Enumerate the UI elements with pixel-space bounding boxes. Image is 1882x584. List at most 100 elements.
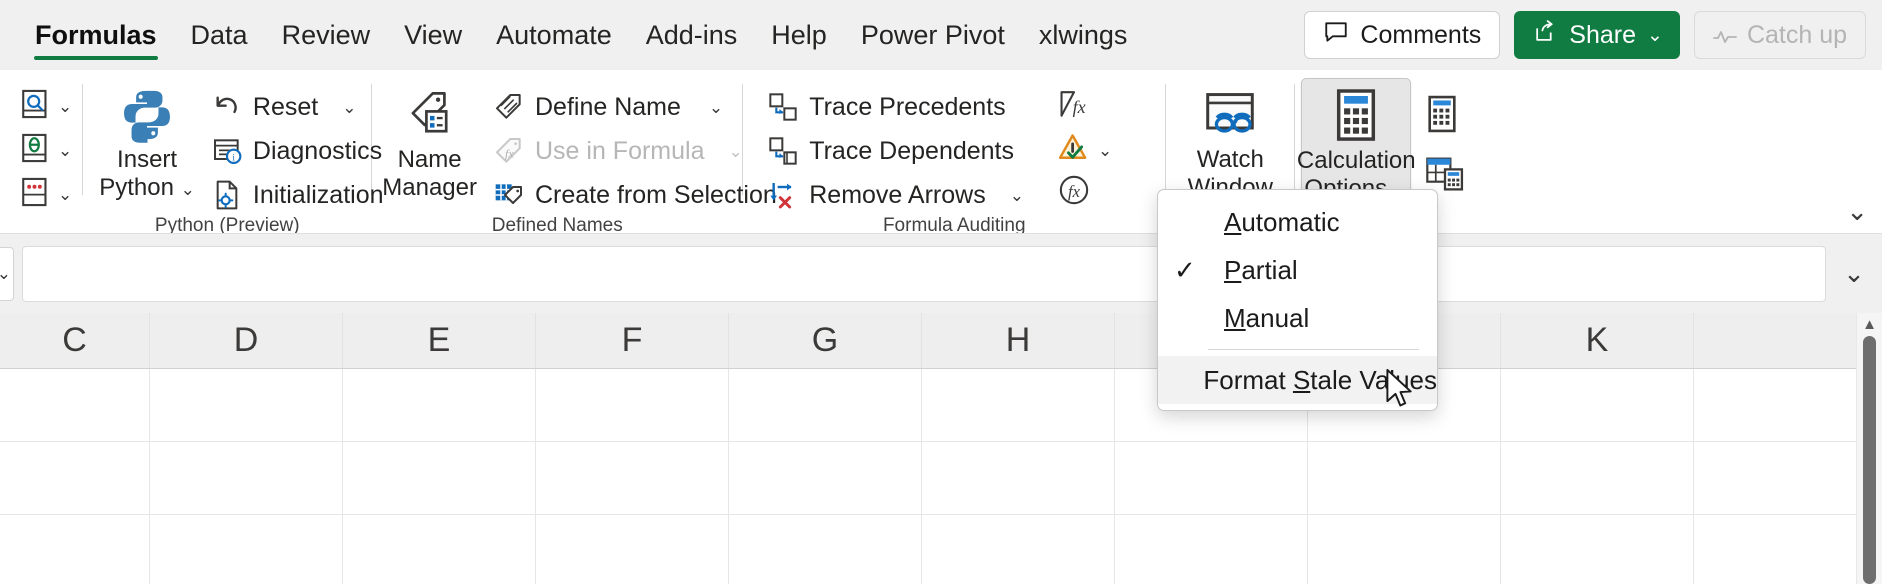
- diagnostics-button[interactable]: i Diagnostics: [203, 130, 392, 172]
- grid-cell[interactable]: [1501, 369, 1694, 441]
- menu-item-manual[interactable]: Manual: [1158, 294, 1437, 342]
- chevron-down-icon[interactable]: ⌄: [181, 180, 195, 199]
- define-name-button[interactable]: Define Name ⌄: [485, 86, 785, 128]
- grid-cell[interactable]: [922, 442, 1115, 514]
- use-in-formula-button[interactable]: fx Use in Formula ⌄: [485, 130, 785, 172]
- column-header-H[interactable]: H: [922, 313, 1115, 368]
- insert-python-button[interactable]: Insert Python ⌄: [97, 78, 197, 203]
- remove-arrows-button[interactable]: Remove Arrows ⌄: [759, 174, 1032, 216]
- grid-cell[interactable]: [343, 515, 536, 584]
- grid-cell[interactable]: [729, 369, 922, 441]
- svg-text:fx: fx: [1073, 96, 1086, 116]
- tab-xlwings[interactable]: xlwings: [1022, 9, 1145, 61]
- chevron-down-icon[interactable]: ⌄: [728, 143, 742, 160]
- chevron-down-icon[interactable]: ⌄: [1010, 187, 1024, 204]
- grid-cell[interactable]: [1115, 515, 1308, 584]
- chevron-down-icon[interactable]: ⌄: [342, 99, 356, 116]
- chevron-down-icon[interactable]: ⌄: [709, 99, 723, 116]
- grid-cell[interactable]: [0, 515, 150, 584]
- column-header-K[interactable]: K: [1501, 313, 1694, 368]
- chevron-down-icon[interactable]: ⌄: [58, 186, 72, 203]
- show-formulas-button[interactable]: fx: [1052, 88, 1116, 128]
- name-manager-label-2: Manager: [382, 174, 477, 202]
- grid-cell[interactable]: [150, 515, 343, 584]
- menu-item-partial[interactable]: ✓ Partial: [1158, 246, 1437, 294]
- grid-cell[interactable]: [536, 369, 729, 441]
- grid-cell[interactable]: [343, 369, 536, 441]
- trace-dependents-button[interactable]: Trace Dependents: [759, 130, 1032, 172]
- grid-cell[interactable]: [1501, 442, 1694, 514]
- trace-precedents-button[interactable]: Trace Precedents: [759, 86, 1032, 128]
- column-header-D[interactable]: D: [150, 313, 343, 368]
- comments-button[interactable]: Comments: [1304, 11, 1500, 59]
- tab-label: Formulas: [35, 20, 157, 50]
- define-name-icon: [493, 91, 525, 123]
- formula-input[interactable]: [22, 246, 1826, 302]
- grid-cell[interactable]: [1308, 515, 1501, 584]
- scrollbar-thumb[interactable]: [1863, 336, 1876, 584]
- diagnostics-label: Diagnostics: [253, 137, 382, 166]
- grid-cell[interactable]: [0, 442, 150, 514]
- expand-formula-bar-button[interactable]: ⌄: [1826, 258, 1882, 289]
- column-header-E[interactable]: E: [343, 313, 536, 368]
- tab-automate[interactable]: Automate: [479, 9, 629, 61]
- grid-cell[interactable]: [922, 515, 1115, 584]
- scroll-up-arrow-icon[interactable]: ▲: [1862, 317, 1877, 332]
- catch-up-button[interactable]: Catch up: [1694, 11, 1866, 59]
- chevron-down-icon[interactable]: ⌄: [1098, 142, 1112, 159]
- grid-row: [0, 369, 1856, 442]
- tab-add-ins[interactable]: Add-ins: [629, 9, 755, 61]
- tab-power-pivot[interactable]: Power Pivot: [844, 9, 1022, 61]
- grid-cell[interactable]: [1308, 442, 1501, 514]
- tab-help[interactable]: Help: [754, 9, 844, 61]
- worksheet-grid[interactable]: C D E F G H I J K: [0, 313, 1856, 584]
- grid-cell[interactable]: [536, 442, 729, 514]
- name-manager-icon: [403, 84, 457, 146]
- tab-review[interactable]: Review: [265, 9, 388, 61]
- grid-cell[interactable]: [729, 442, 922, 514]
- grid-cell[interactable]: [729, 515, 922, 584]
- grid-cell[interactable]: [536, 515, 729, 584]
- calculate-now-button[interactable]: [1425, 94, 1465, 139]
- tab-data[interactable]: Data: [174, 9, 265, 61]
- reset-icon: [211, 91, 243, 123]
- tab-label: Help: [771, 20, 827, 50]
- diagnostics-icon: i: [211, 135, 243, 167]
- chevron-down-icon[interactable]: ⌄: [0, 265, 11, 282]
- more-functions-button[interactable]: ⌄: [14, 174, 76, 214]
- grid-cell[interactable]: [0, 369, 150, 441]
- lookup-reference-button[interactable]: ⌄: [14, 86, 76, 126]
- chevron-down-icon[interactable]: ⌄: [58, 98, 72, 115]
- column-header-F[interactable]: F: [536, 313, 729, 368]
- initialization-button[interactable]: Initialization: [203, 174, 392, 216]
- tab-formulas[interactable]: Formulas: [18, 9, 174, 61]
- ribbon-group-python: Insert Python ⌄ Reset ⌄: [83, 70, 371, 233]
- collapse-ribbon-button[interactable]: ⌄: [1846, 196, 1868, 227]
- column-header-C[interactable]: C: [0, 313, 150, 368]
- grid-cell[interactable]: [343, 442, 536, 514]
- name-manager-button[interactable]: Name Manager: [380, 78, 479, 203]
- use-in-formula-label: Use in Formula: [535, 137, 705, 166]
- chevron-down-icon[interactable]: ⌄: [58, 142, 72, 159]
- share-button[interactable]: Share ⌄: [1514, 11, 1680, 59]
- error-checking-button[interactable]: ⌄: [1052, 130, 1116, 170]
- grid-cell[interactable]: [1501, 515, 1694, 584]
- menu-item-automatic[interactable]: Automatic: [1158, 198, 1437, 246]
- check-icon: ✓: [1174, 255, 1224, 286]
- grid-cell[interactable]: [1115, 442, 1308, 514]
- grid-cell[interactable]: [922, 369, 1115, 441]
- trace-precedents-icon: [767, 91, 799, 123]
- remove-arrows-label: Remove Arrows: [809, 181, 985, 210]
- tab-view[interactable]: View: [387, 9, 479, 61]
- grid-cell[interactable]: [150, 369, 343, 441]
- watch-window-button[interactable]: Watch Window: [1171, 78, 1289, 203]
- evaluate-formula-button[interactable]: fx: [1052, 172, 1116, 212]
- name-box[interactable]: ⌄: [0, 247, 14, 301]
- math-trig-button[interactable]: ⌄: [14, 130, 76, 170]
- create-from-selection-button[interactable]: Create from Selection: [485, 174, 785, 216]
- chevron-down-icon[interactable]: ⌄: [1647, 26, 1663, 45]
- reset-button[interactable]: Reset ⌄: [203, 86, 392, 128]
- column-header-G[interactable]: G: [729, 313, 922, 368]
- grid-cell[interactable]: [150, 442, 343, 514]
- vertical-scrollbar[interactable]: ▲: [1856, 313, 1882, 584]
